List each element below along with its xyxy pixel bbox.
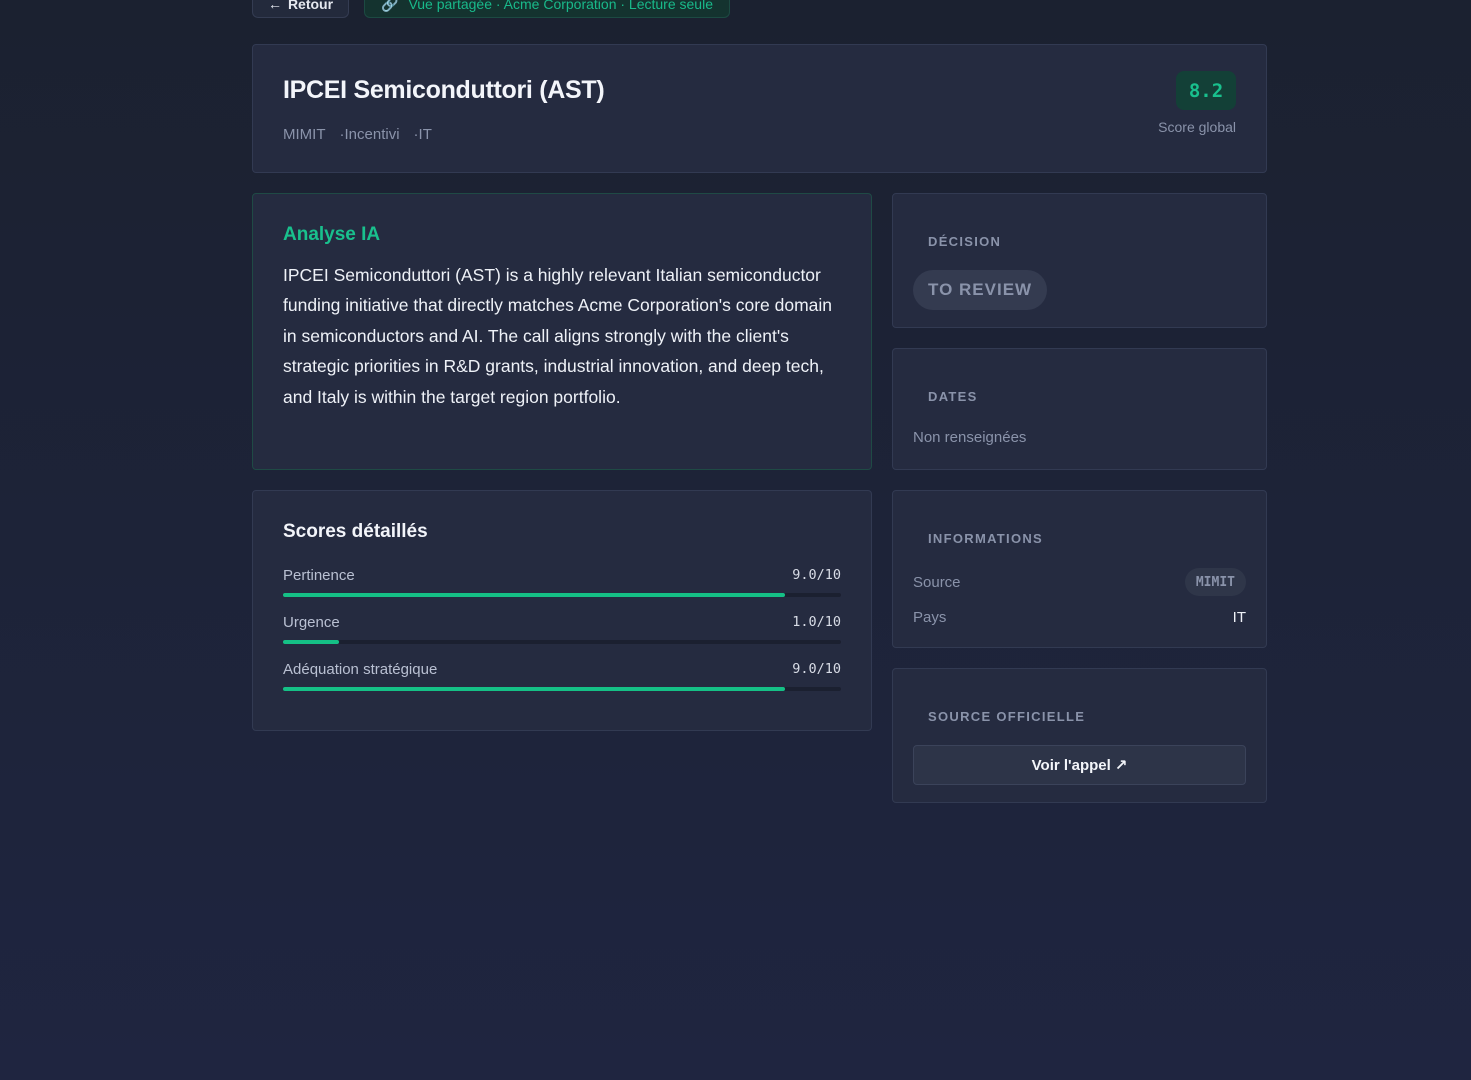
header-card: IPCEI Semiconduttori (AST) MIMIT ·Incent… [252, 44, 1267, 173]
top-bar: ← Retour 🔗 Vue partagée · Acme Corporati… [252, 0, 730, 18]
score-value: 9.0/10 [792, 661, 841, 677]
score-row-urgence: Urgence 1.0/10 [283, 614, 841, 644]
score-label: Adéquation stratégique [283, 661, 438, 678]
dates-title: DATES [928, 389, 978, 404]
external-link-icon: ↗ [1114, 757, 1128, 774]
score-track [283, 593, 841, 597]
dates-card: DATES Non renseignées [892, 348, 1267, 470]
info-country-label: Pays [913, 608, 947, 626]
official-source-title: SOURCE OFFICIELLE [928, 709, 1086, 724]
detailed-scores-title: Scores détaillés [283, 521, 428, 542]
shared-view-label: Vue partagée · Acme Corporation · Lectur… [408, 0, 713, 12]
detailed-scores-card: Scores détaillés Pertinence 9.0/10 Urgen… [252, 490, 872, 731]
decision-title: DÉCISION [928, 234, 1002, 249]
info-row-source: Source MIMIT [913, 568, 1246, 596]
back-button[interactable]: ← Retour [252, 0, 349, 18]
back-button-label: Retour [287, 0, 334, 12]
global-score-badge: 8.2 [1176, 71, 1236, 110]
decision-status-badge[interactable]: TO REVIEW [913, 270, 1048, 310]
ai-analysis-card: Analyse IA IPCEI Semiconduttori (AST) is… [252, 193, 872, 470]
meta-country: ·IT [413, 126, 432, 143]
dates-value: Non renseignées [913, 429, 1027, 446]
meta-agency: MIMIT [283, 126, 326, 143]
score-track [283, 640, 841, 644]
score-fill [283, 687, 786, 691]
score-track [283, 687, 841, 691]
info-source-badge: MIMIT [1184, 568, 1246, 596]
score-row-pertinence: Pertinence 9.0/10 [283, 567, 841, 597]
score-row-adequation: Adéquation stratégique 9.0/10 [283, 661, 841, 691]
score-label: Pertinence [283, 567, 355, 584]
decision-card: DÉCISION TO REVIEW [892, 193, 1267, 328]
shared-view-banner: 🔗 Vue partagée · Acme Corporation · Lect… [364, 0, 730, 18]
meta-type: ·Incentivi [339, 126, 400, 143]
global-score-label: Score global [1158, 119, 1236, 135]
informations-card: INFORMATIONS Source MIMIT Pays IT [892, 490, 1267, 648]
arrow-left-icon: ← [267, 0, 282, 12]
score-fill [283, 640, 339, 644]
score-fill [283, 593, 786, 597]
info-country-value: IT [1232, 608, 1246, 626]
view-call-label: Voir l'appel [1031, 756, 1111, 774]
official-source-card: SOURCE OFFICIELLE Voir l'appel ↗ [892, 668, 1267, 803]
informations-title: INFORMATIONS [928, 531, 1044, 546]
info-row-country: Pays IT [913, 603, 1246, 631]
score-value: 1.0/10 [792, 614, 841, 630]
score-label: Urgence [283, 614, 340, 631]
ai-analysis-title: Analyse IA [283, 224, 381, 245]
info-source-label: Source [913, 573, 961, 591]
view-call-button[interactable]: Voir l'appel ↗ [913, 745, 1246, 785]
link-icon: 🔗 [381, 0, 399, 12]
score-value: 9.0/10 [792, 567, 841, 583]
page-title: IPCEI Semiconduttori (AST) [283, 76, 605, 104]
ai-analysis-text: IPCEI Semiconduttori (AST) is a highly r… [283, 265, 833, 407]
meta-line: MIMIT ·Incentivi ·IT [283, 126, 432, 143]
